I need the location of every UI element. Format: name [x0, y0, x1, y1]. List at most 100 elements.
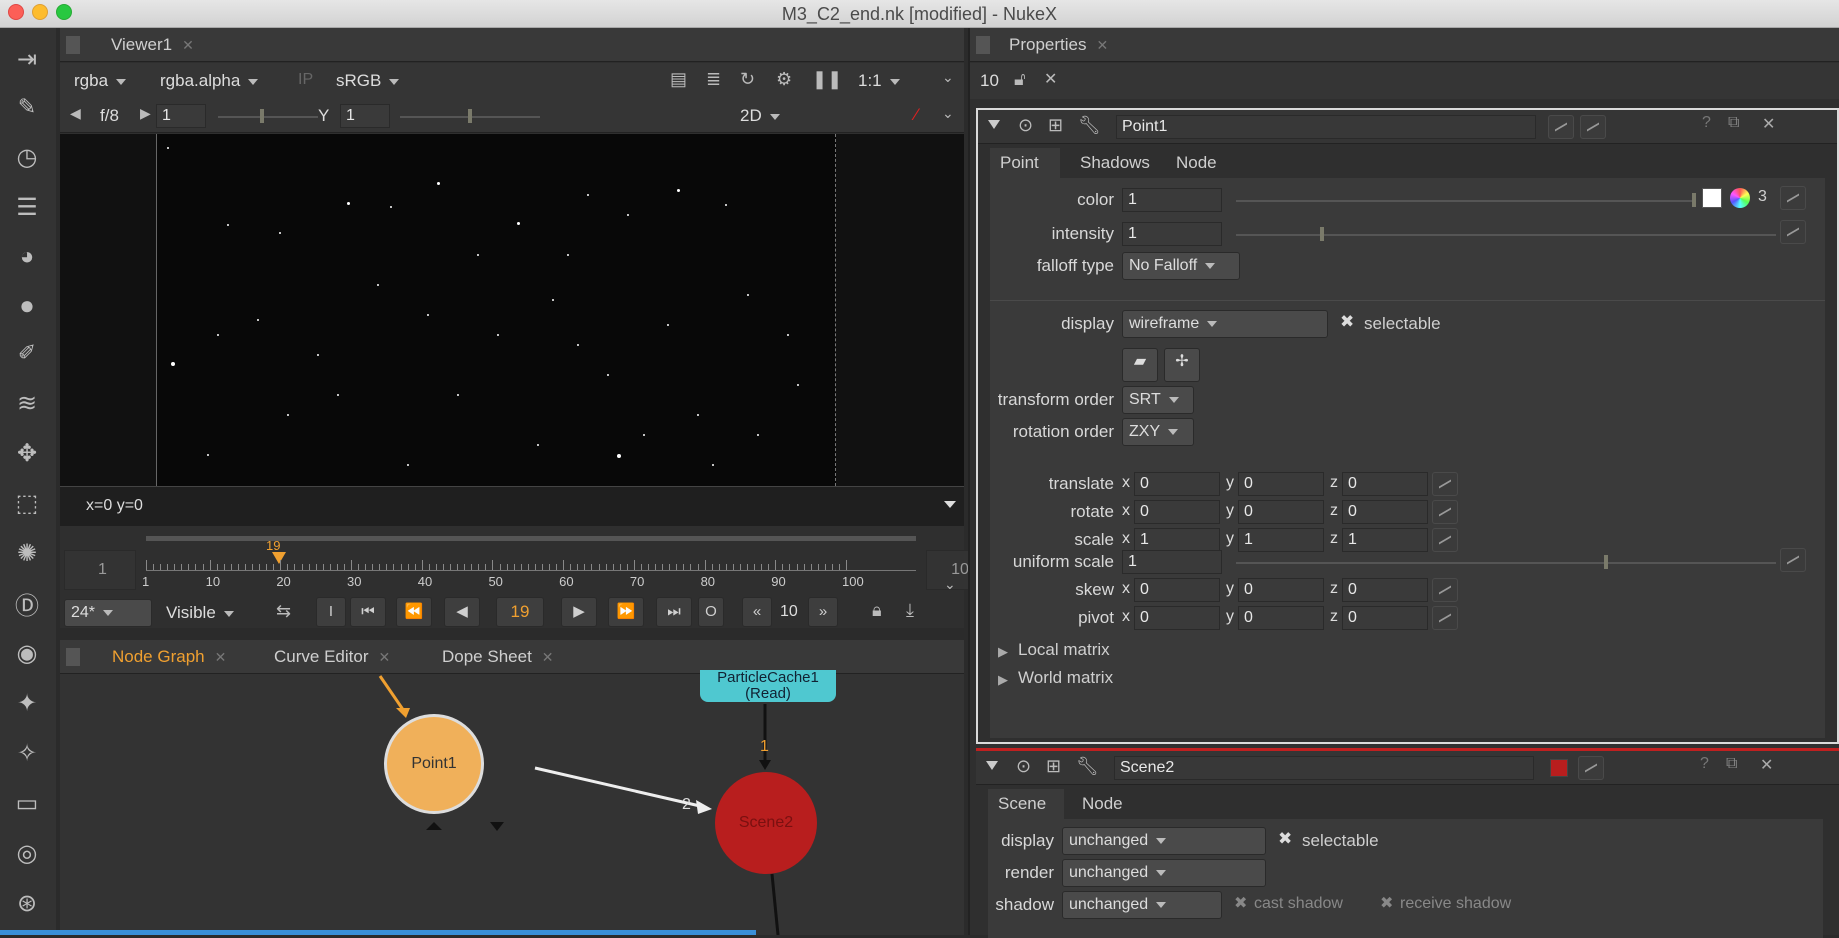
- scale-z-field[interactable]: 1: [1342, 528, 1428, 552]
- translate-animation-button[interactable]: [1432, 472, 1458, 496]
- intensity-animation-button[interactable]: [1780, 220, 1806, 244]
- wrench-icon[interactable]: 🔧︎: [1078, 115, 1101, 136]
- uniform-scale-slider[interactable]: [1236, 562, 1776, 564]
- skew-z-field[interactable]: 0: [1342, 578, 1428, 602]
- draw-tools-icon[interactable]: ✎: [8, 88, 46, 126]
- current-frame-field[interactable]: 19: [496, 597, 544, 627]
- translate-z-field[interactable]: 0: [1342, 472, 1428, 496]
- play-forward-button[interactable]: ▶: [561, 597, 597, 627]
- collapse-icon[interactable]: [988, 120, 1000, 129]
- close-icon[interactable]: ✕: [1096, 37, 1108, 53]
- next-keyframe-button[interactable]: ⏩: [608, 597, 644, 627]
- color-channels-button[interactable]: 3: [1758, 188, 1767, 206]
- lut-icon[interactable]: ≣: [706, 69, 721, 90]
- in-point-button[interactable]: I: [316, 597, 346, 627]
- shadow-dropdown[interactable]: unchanged: [1062, 891, 1222, 919]
- node-color-icon[interactable]: ⊞: [1048, 115, 1063, 136]
- color-swatch[interactable]: [1702, 188, 1722, 208]
- render-dropdown[interactable]: unchanged: [1062, 859, 1266, 887]
- gl-color-button[interactable]: [1580, 115, 1606, 139]
- rotate-x-field[interactable]: 0: [1134, 500, 1220, 524]
- tile-color-button[interactable]: [1548, 115, 1574, 139]
- metadata-tools-icon[interactable]: ✦: [8, 684, 46, 722]
- node-name-field[interactable]: Scene2: [1114, 756, 1534, 780]
- timeline-settings-icon[interactable]: ⤓: [906, 600, 914, 621]
- paint-icon[interactable]: ⁄: [915, 105, 918, 125]
- tab-viewer1[interactable]: Viewer1 ✕: [99, 28, 206, 62]
- close-window-button[interactable]: [8, 4, 24, 20]
- scene-selectable-checkbox[interactable]: ✖: [1278, 829, 1292, 849]
- expand-icon[interactable]: ⌄: [942, 69, 954, 86]
- rotate-z-field[interactable]: 0: [1342, 500, 1428, 524]
- close-icon[interactable]: ✕: [378, 649, 390, 665]
- display-dropdown[interactable]: wireframe: [1122, 310, 1328, 338]
- gl-color-button[interactable]: [1578, 756, 1604, 780]
- info-expand-icon[interactable]: [944, 501, 956, 508]
- timeline-start-field[interactable]: 1: [64, 550, 136, 590]
- rotate-animation-button[interactable]: [1432, 500, 1458, 524]
- color-slider[interactable]: [1236, 200, 1696, 202]
- particles-tools-icon[interactable]: ✺: [8, 534, 46, 572]
- timeline-ruler[interactable]: 19 1 10 20 30 40 50 60 70 80 90 100: [142, 536, 916, 596]
- receive-shadow-checkbox[interactable]: ✖: [1380, 893, 1393, 913]
- pivot-x-field[interactable]: 0: [1134, 606, 1220, 630]
- gamma-slider-knob[interactable]: [468, 109, 472, 123]
- timeline-expand-icon[interactable]: ⌄: [944, 576, 956, 593]
- close-panel-icon[interactable]: ✕: [1762, 114, 1775, 134]
- colorspace-dropdown[interactable]: sRGB: [336, 71, 399, 91]
- color-wheel-icon[interactable]: [1730, 188, 1750, 208]
- max-panels-field[interactable]: 10: [980, 71, 999, 91]
- float-panel-icon[interactable]: ⧉: [1726, 755, 1737, 773]
- folder-button[interactable]: ▰: [1122, 348, 1158, 382]
- close-icon[interactable]: ✕: [542, 649, 554, 665]
- color-animation-button[interactable]: [1780, 186, 1806, 210]
- uniform-scale-slider-knob[interactable]: [1604, 555, 1608, 569]
- tab-node-graph[interactable]: Node Graph ✕: [100, 640, 238, 674]
- prev-keyframe-button[interactable]: ⏪: [396, 597, 432, 627]
- roi-icon[interactable]: ▤: [670, 69, 687, 90]
- close-panel-icon[interactable]: ✕: [1760, 755, 1773, 775]
- alpha-channel-dropdown[interactable]: rgba.alpha: [160, 71, 258, 91]
- all-plugins-icon[interactable]: ⊛: [8, 884, 46, 922]
- node-particlecache1[interactable]: ParticleCache1 (Read): [700, 670, 836, 702]
- image-tools-icon[interactable]: ⇥: [8, 40, 46, 78]
- views-tools-icon[interactable]: ◉: [8, 634, 46, 672]
- view-mode-dropdown[interactable]: 2D: [740, 106, 780, 126]
- center-icon[interactable]: ⊙: [1016, 756, 1031, 777]
- node-scene2[interactable]: Scene2: [715, 772, 817, 874]
- uniform-scale-animation-button[interactable]: [1780, 548, 1806, 572]
- scale-animation-button[interactable]: [1432, 528, 1458, 552]
- lock-range-icon[interactable]: 🔒︎: [872, 600, 882, 621]
- skew-x-field[interactable]: 0: [1134, 578, 1220, 602]
- node-graph-canvas[interactable]: ParticleCache1 (Read) 1 2 Point1 Scene2: [60, 670, 964, 935]
- channel-tools-icon[interactable]: ☰: [8, 188, 46, 226]
- pivot-z-field[interactable]: 0: [1342, 606, 1428, 630]
- proxy-icon[interactable]: ⚙: [776, 69, 792, 90]
- tab-curve-editor[interactable]: Curve Editor ✕: [262, 640, 402, 674]
- visible-dropdown[interactable]: Visible: [166, 603, 234, 623]
- color-tools-icon[interactable]: ◕: [8, 238, 46, 276]
- float-panel-icon[interactable]: ⧉: [1728, 114, 1739, 132]
- gain-slider-knob[interactable]: [260, 109, 264, 123]
- merge-tools-icon[interactable]: ≋: [8, 384, 46, 422]
- maximize-window-button[interactable]: [56, 4, 72, 20]
- rotation-order-dropdown[interactable]: ZXY: [1122, 418, 1194, 446]
- collapse-icon[interactable]: [986, 761, 998, 770]
- pivot-y-field[interactable]: 0: [1238, 606, 1324, 630]
- color-slider-knob[interactable]: [1692, 193, 1696, 207]
- help-icon[interactable]: ?: [1702, 114, 1711, 132]
- channels-dropdown[interactable]: rgba: [74, 71, 126, 91]
- selectable-checkbox[interactable]: ✖: [1340, 312, 1354, 332]
- tile-color-button[interactable]: [1550, 759, 1568, 777]
- tab-properties[interactable]: Properties ✕: [997, 28, 1120, 62]
- pivot-animation-button[interactable]: [1432, 606, 1458, 630]
- tab-point[interactable]: Point: [990, 148, 1060, 178]
- wrench-icon[interactable]: 🔧︎: [1076, 756, 1099, 777]
- world-matrix-label[interactable]: World matrix: [1018, 668, 1113, 688]
- panel-menu-icon-2[interactable]: [66, 648, 80, 666]
- ip-button[interactable]: IP: [298, 71, 313, 89]
- pause-icon[interactable]: ❚❚: [812, 69, 842, 90]
- node-color-icon[interactable]: ⊞: [1046, 756, 1061, 777]
- uniform-scale-field[interactable]: 1: [1122, 550, 1222, 574]
- axis-button[interactable]: ✢: [1164, 348, 1200, 382]
